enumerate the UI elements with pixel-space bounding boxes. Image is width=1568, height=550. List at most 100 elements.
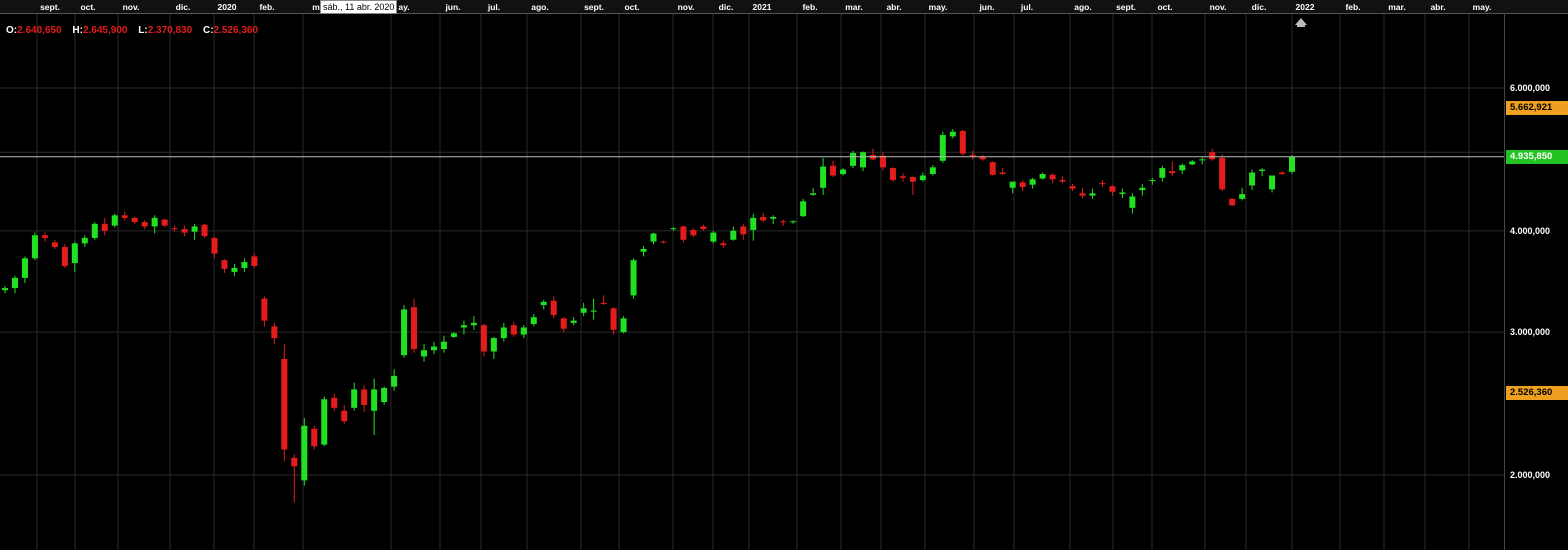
candle-body [949,131,956,137]
candle-body [690,229,697,236]
candle-body [1289,156,1295,172]
x-tick-label: sept. [40,2,60,12]
x-tick-label: may. [1473,2,1492,12]
x-tick-label: nov. [678,2,695,12]
candle-body [1029,179,1036,185]
candle-body [929,167,936,175]
x-tick-label: mar. [1388,2,1406,12]
candle-body [909,177,916,182]
candle-body [530,317,537,325]
candle-body [770,217,777,219]
candle-body [500,327,507,339]
x-tick-label: jul. [487,2,500,12]
x-tick-label: sept. [584,2,604,12]
candlestick-chart[interactable]: sept. oct. nov. dic. 2020 feb. m ay. jun. jul. ago… [0,0,1568,550]
candle-body [411,307,418,350]
date-tooltip: sáb., 11 abr. 2020 [320,0,398,14]
candle-body [71,243,78,264]
candle-body [1169,171,1176,174]
candle-body [1069,186,1076,189]
candle-body [650,233,657,242]
candle-body [440,341,447,350]
high-value: 2.645,900 [82,25,128,36]
candle-body [820,166,827,188]
x-tick-label: mar. [845,2,863,12]
candle-body [141,222,148,227]
candle-body [700,226,707,230]
candle-body [450,333,457,337]
candle-body [31,235,38,259]
x-tick-label: jul. [1020,2,1033,12]
candle-body [1009,181,1016,188]
x-tick-label: dic. [1252,2,1267,12]
candle-body [51,242,58,248]
x-tick-label: ago. [1074,2,1091,12]
x-tick-label: 2020 [218,2,237,12]
candle-body [730,230,737,240]
y-tick-label: 4.000,000 [1510,226,1550,236]
candle-body [540,301,547,306]
low-price-badge: 2.526,360 [1506,385,1568,400]
candle-body [790,221,797,223]
candle-body [1189,161,1196,165]
candle-body [1019,182,1026,187]
candle-body [1139,187,1146,191]
candle-body [959,131,966,154]
candle-body [1179,165,1186,171]
y-tick-label: 2.000,000 [1510,470,1550,480]
candle-body [111,215,118,226]
candle-body [899,176,906,178]
open-value: 2.640,650 [17,25,62,36]
candle-body [221,260,228,269]
candle-body [161,219,168,226]
candle-body [21,258,28,278]
candle-body [460,325,467,328]
candle-body [11,277,18,289]
candle-body [171,228,178,230]
candle-body [61,247,68,266]
candle-body [101,223,108,231]
last-price-badge: 4.935,850 [1506,149,1568,164]
candle-body [231,267,238,272]
high-price-badge: 5.662,921 [1506,101,1568,116]
x-tick-label: oct. [80,2,95,12]
candle-body [331,397,338,408]
candle-body [969,155,976,157]
candle-body [919,175,926,181]
x-tick-label: jun. [444,2,460,12]
candle-body [271,326,278,339]
candle-body [1059,180,1066,182]
candle-body [361,389,368,405]
candle-body [1229,198,1236,206]
x-tick-label: may. [929,2,948,12]
candle-body [1219,157,1226,190]
x-tick-label: 2022 [1296,2,1315,12]
candle-body [211,237,218,254]
candle-body [291,457,298,467]
candle-body [1259,169,1266,172]
candle-body [780,221,787,223]
candle-body [840,169,847,175]
x-tick-label: 2021 [753,2,772,12]
candle-body [670,228,677,230]
close-value: 2.526,360 [213,25,259,36]
candle-body [431,346,437,351]
x-tick-label: sept. [1116,2,1136,12]
candle-body [391,375,398,387]
candle-body [1279,172,1286,175]
x-tick-label: jun. [978,2,994,12]
candle-body [341,410,348,422]
candle-body [660,241,667,243]
x-tick-label: ay. [398,2,409,12]
candle-body [1269,175,1276,190]
candle-body [41,235,48,238]
candle-body [421,350,428,357]
candle-body [2,288,8,291]
candle-body [311,428,318,447]
candle-body [760,217,767,221]
candle-body [570,320,577,323]
candle-body [590,310,597,312]
low-label: L: [138,25,148,36]
candle-body [371,389,378,411]
x-tick-label: oct. [624,2,639,12]
